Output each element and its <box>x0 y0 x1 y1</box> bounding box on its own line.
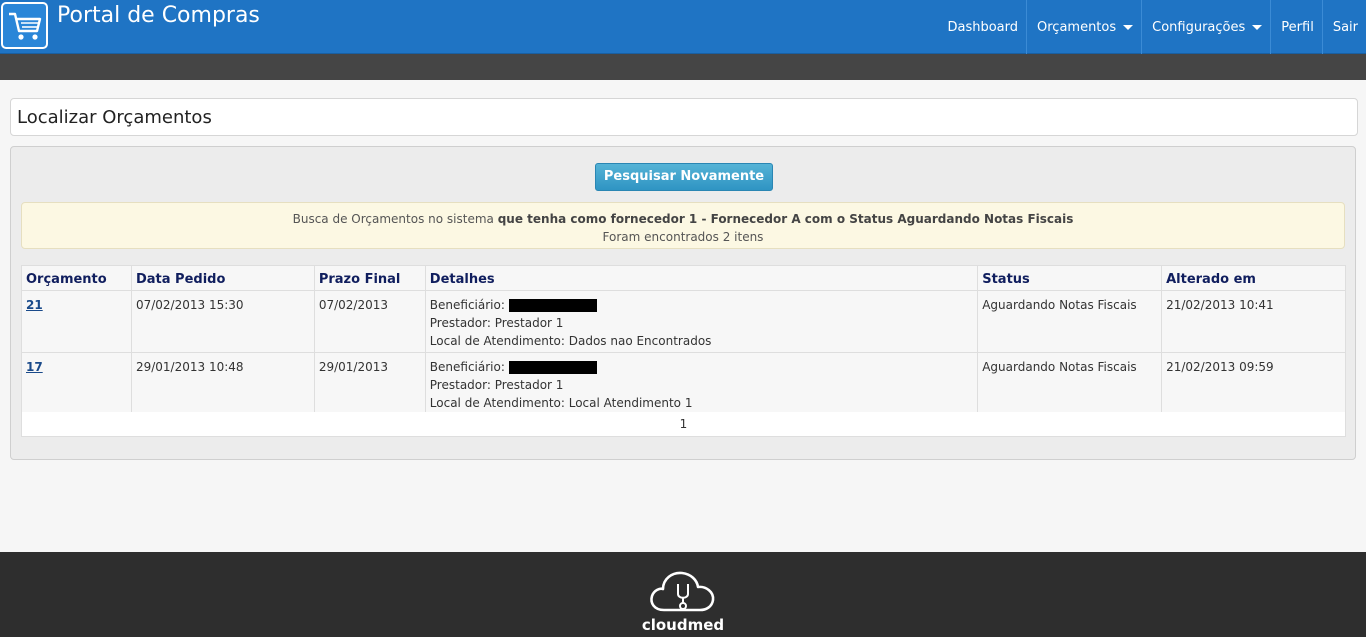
col-data-pedido[interactable]: Data Pedido <box>130 265 315 291</box>
cell-orcamento: 21 <box>21 290 132 353</box>
cell-orcamento: 17 <box>21 352 132 415</box>
table-row: 21 07/02/2013 15:30 07/02/2013 Beneficiá… <box>21 290 1346 353</box>
page-number[interactable]: 1 <box>680 417 688 431</box>
beneficiario-label: Beneficiário: <box>429 360 505 374</box>
nav-configuracoes-label: Configurações <box>1152 19 1246 35</box>
nav-dashboard[interactable]: Dashboard <box>937 0 1026 54</box>
footer-brand: cloudmed <box>641 616 725 634</box>
col-status[interactable]: Status <box>977 265 1163 291</box>
shopping-cart-icon[interactable] <box>1 2 48 49</box>
search-summary-prefix: Busca de Orçamentos no sistema <box>292 212 494 226</box>
page-title-panel: Localizar Orçamentos <box>10 98 1358 136</box>
cell-status: Aguardando Notas Fiscais <box>977 352 1163 415</box>
cell-prazo-final: 07/02/2013 <box>313 290 426 353</box>
orcamento-link[interactable]: 17 <box>26 360 43 374</box>
beneficiario-line: Beneficiário: <box>430 358 973 376</box>
nav-orcamentos-label: Orçamentos <box>1037 19 1117 35</box>
sub-navbar <box>0 54 1366 80</box>
cell-detalhes: Beneficiário: Prestador: Prestador 1 Loc… <box>424 290 979 353</box>
beneficiario-label: Beneficiário: <box>429 298 505 312</box>
col-prazo-final[interactable]: Prazo Final <box>313 265 426 291</box>
orcamento-link[interactable]: 21 <box>26 298 43 312</box>
local-atendimento-line: Local de Atendimento: Dados nao Encontra… <box>429 334 712 348</box>
cell-prazo-final: 29/01/2013 <box>313 352 426 415</box>
redacted-block <box>508 361 597 374</box>
results-table: Orçamento Data Pedido Prazo Final Detalh… <box>21 265 1346 415</box>
cell-status: Aguardando Notas Fiscais <box>977 290 1163 353</box>
nav-sair-label: Sair <box>1332 19 1358 35</box>
search-again-button[interactable]: Pesquisar Novamente <box>595 163 773 191</box>
prestador-line: Prestador: Prestador 1 <box>429 316 564 330</box>
main-nav: Dashboard Orçamentos Configurações Perfi… <box>937 0 1366 54</box>
cell-detalhes: Beneficiário: Prestador: Prestador 1 Loc… <box>424 352 979 415</box>
nav-orcamentos[interactable]: Orçamentos <box>1026 0 1141 54</box>
app-title[interactable]: Portal de Compras <box>57 3 260 28</box>
cell-data-pedido: 07/02/2013 15:30 <box>130 290 315 353</box>
nav-perfil-label: Perfil <box>1281 19 1314 35</box>
pagination: 1 <box>21 412 1346 437</box>
table-header-row: Orçamento Data Pedido Prazo Final Detalh… <box>21 265 1346 291</box>
cloud-stethoscope-icon <box>650 571 715 612</box>
local-atendimento-line: Local de Atendimento: Local Atendimento … <box>429 396 693 410</box>
caret-down-icon <box>1123 24 1134 30</box>
table-row: 17 29/01/2013 10:48 29/01/2013 Beneficiá… <box>21 352 1346 415</box>
cell-data-pedido: 29/01/2013 10:48 <box>130 352 315 415</box>
search-result-count: Foram encontrados 2 itens <box>602 230 764 244</box>
top-navbar: Portal de Compras Dashboard Orçamentos C… <box>0 0 1366 54</box>
nav-configuracoes[interactable]: Configurações <box>1141 0 1270 54</box>
footer: cloudmed <box>0 552 1366 637</box>
redacted-block <box>508 299 597 312</box>
prestador-line: Prestador: Prestador 1 <box>429 378 564 392</box>
beneficiario-line: Beneficiário: <box>430 296 973 314</box>
nav-dashboard-label: Dashboard <box>947 19 1018 35</box>
nav-sair[interactable]: Sair <box>1321 0 1366 54</box>
nav-perfil[interactable]: Perfil <box>1270 0 1322 54</box>
results-panel: Pesquisar Novamente Busca de Orçamentos … <box>10 146 1356 460</box>
search-summary-alert: Busca de Orçamentos no sistema que tenha… <box>21 202 1345 249</box>
page-title: Localizar Orçamentos <box>17 107 212 128</box>
col-orcamento[interactable]: Orçamento <box>21 265 132 291</box>
search-summary-line: Busca de Orçamentos no sistema que tenha… <box>22 210 1344 228</box>
cell-alterado-em: 21/02/2013 09:59 <box>1161 352 1346 415</box>
col-alterado-em[interactable]: Alterado em <box>1161 265 1346 291</box>
col-detalhes[interactable]: Detalhes <box>424 265 979 291</box>
cell-alterado-em: 21/02/2013 10:41 <box>1161 290 1346 353</box>
caret-down-icon <box>1252 24 1263 30</box>
search-summary-criteria: que tenha como fornecedor 1 - Fornecedor… <box>497 212 1074 226</box>
